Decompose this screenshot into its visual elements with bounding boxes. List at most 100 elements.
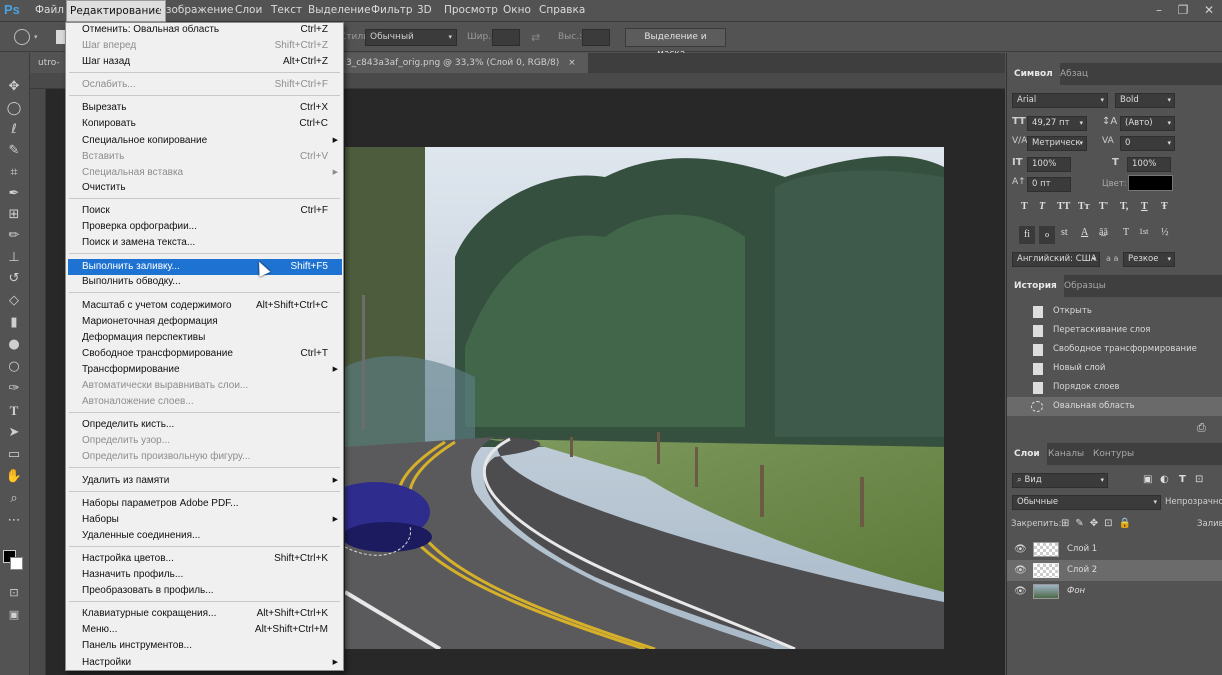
vertical-scale-input[interactable]: 100%	[1027, 157, 1071, 172]
zoom-tool-icon[interactable]: ⌕	[3, 489, 25, 509]
menu-item-stroke[interactable]: Выполнить обводку...	[67, 274, 342, 290]
fractions-button[interactable]: ½	[1161, 227, 1169, 238]
close-window-icon[interactable]: ✕	[1202, 3, 1216, 17]
titling-alternates-button[interactable]: T	[1123, 227, 1129, 238]
menu-item-purge[interactable]: Удалить из памяти ▶	[67, 473, 342, 489]
swap-icon[interactable]: ⇄	[531, 31, 540, 44]
tab-paths[interactable]: Контуры	[1086, 443, 1141, 465]
tab-character[interactable]: Символ	[1007, 63, 1060, 85]
eye-icon[interactable]: 👁	[1014, 539, 1027, 560]
tab-swatches[interactable]: Образцы	[1057, 275, 1113, 297]
horizontal-scale-input[interactable]: 100%	[1127, 157, 1171, 172]
ellipse-marquee-tool-icon[interactable]: ◯	[3, 99, 25, 119]
kerning-select[interactable]: Метрическ ▾	[1027, 136, 1087, 151]
document-tab-2[interactable]: 3_c843a3af_orig.png @ 33,3% (Слой 0, RGB…	[338, 53, 588, 73]
eyedropper-tool-icon[interactable]: ✒	[3, 184, 25, 204]
quick-mask-icon[interactable]: ⊡	[3, 583, 25, 603]
menu-item-paste[interactable]: Вставить Ctrl+V	[67, 149, 342, 165]
eye-icon[interactable]: 👁	[1014, 581, 1027, 602]
tab-paragraph[interactable]: Абзац	[1053, 63, 1095, 85]
move-tool-icon[interactable]: ✥	[3, 77, 25, 97]
menu-item-toolbar[interactable]: Панель инструментов...	[67, 638, 342, 654]
path-selection-tool-icon[interactable]: ➤	[3, 423, 25, 443]
font-family-select[interactable]: Arial ▾	[1012, 93, 1108, 108]
menu-item-adobe-pdf-presets[interactable]: Наборы параметров Adobe PDF...	[67, 496, 342, 512]
text-color-swatch[interactable]	[1128, 175, 1173, 191]
font-size-input[interactable]: 49,27 пт ▾	[1027, 116, 1087, 131]
document-photo[interactable]	[345, 147, 944, 649]
eraser-tool-icon[interactable]: ◇	[3, 291, 25, 311]
menu-item-auto-blend-layers[interactable]: Автоналожение слоев...	[67, 394, 342, 410]
menu-item-clear[interactable]: Очистить	[67, 180, 342, 196]
layer-row[interactable]: 👁 Фон	[1007, 581, 1222, 602]
all-caps-button[interactable]: TT	[1057, 201, 1070, 212]
tracking-select[interactable]: 0 ▾	[1120, 136, 1175, 151]
clone-stamp-tool-icon[interactable]: ⊥	[3, 248, 25, 268]
menu-item-puppet-warp[interactable]: Марионеточная деформация	[67, 314, 342, 330]
underline-button[interactable]: T	[1141, 201, 1148, 212]
filter-pixel-icon[interactable]: ▣	[1143, 474, 1152, 485]
menu-view[interactable]: Просмотр	[441, 0, 501, 22]
screen-mode-icon[interactable]: ▣	[3, 605, 25, 625]
menu-item-free-transform[interactable]: Свободное трансформирование Ctrl+T	[67, 346, 342, 362]
alternates-button[interactable]: ℴ	[1039, 226, 1055, 244]
history-item[interactable]: Открыть	[1007, 302, 1222, 321]
faux-italic-button[interactable]: T	[1039, 201, 1045, 212]
menu-item-transform[interactable]: Трансформирование ▶	[67, 362, 342, 378]
gradient-tool-icon[interactable]: ▮	[3, 313, 25, 333]
menu-item-assign-profile[interactable]: Назначить профиль...	[67, 567, 342, 583]
menu-item-cut[interactable]: Вырезать Ctrl+X	[67, 100, 342, 116]
ligatures-button[interactable]: fi	[1019, 226, 1035, 244]
menu-item-presets[interactable]: Наборы ▶	[67, 512, 342, 528]
menu-item-define-brush[interactable]: Определить кисть...	[67, 417, 342, 433]
menu-item-preferences[interactable]: Настройки ▶	[67, 655, 342, 671]
menu-item-spell-check[interactable]: Проверка орфографии...	[67, 219, 342, 235]
menu-item-define-custom-shape[interactable]: Определить произвольную фигуру...	[67, 449, 342, 465]
blend-mode-select[interactable]: Обычные ▾	[1012, 495, 1161, 510]
language-select[interactable]: Английский: США ▾	[1012, 252, 1100, 267]
superscript-button[interactable]: T'	[1099, 201, 1108, 212]
select-and-mask-button[interactable]: Выделение и маска...	[625, 28, 726, 59]
filter-type-icon[interactable]: T	[1179, 474, 1186, 485]
font-style-select[interactable]: Bold ▾	[1115, 93, 1175, 108]
background-color-swatch[interactable]	[10, 557, 23, 570]
menu-item-keyboard-shortcuts[interactable]: Клавиатурные сокращения... Alt+Shift+Ctrl…	[67, 606, 342, 622]
subscript-button[interactable]: T,	[1120, 201, 1128, 212]
menu-file[interactable]: Файл	[32, 0, 67, 22]
layer-filter-select[interactable]: ⌕ Вид ▾	[1012, 473, 1108, 488]
menu-item-perspective-warp[interactable]: Деформация перспективы	[67, 330, 342, 346]
tab-history[interactable]: История	[1007, 275, 1064, 297]
menu-layers[interactable]: Слои	[232, 0, 265, 22]
close-tab-icon[interactable]: ×	[568, 58, 576, 68]
menu-item-search[interactable]: Поиск Ctrl+F	[67, 203, 342, 219]
menu-type[interactable]: Текст	[268, 0, 305, 22]
history-item-selected[interactable]: Овальная область	[1007, 397, 1222, 416]
menu-item-paste-special[interactable]: Специальная вставка ▶	[67, 165, 342, 181]
menu-item-step-backward[interactable]: Шаг назад Alt+Ctrl+Z	[67, 54, 342, 70]
width-input[interactable]	[492, 29, 520, 46]
chevron-down-icon[interactable]: ▾	[34, 33, 38, 41]
new-snapshot-icon[interactable]: ⎙	[1197, 421, 1206, 435]
menu-item-remote-connections[interactable]: Удаленные соединения...	[67, 528, 342, 544]
filter-shape-icon[interactable]: ⊡	[1195, 474, 1203, 485]
history-item[interactable]: Перетаскивание слоя	[1007, 321, 1222, 340]
blur-tool-icon[interactable]: ●	[3, 335, 25, 355]
menu-edit[interactable]: Редактирование	[66, 0, 166, 22]
history-brush-tool-icon[interactable]: ↺	[3, 269, 25, 289]
minimize-icon[interactable]: –	[1152, 3, 1166, 17]
strikethrough-button[interactable]: Ŧ	[1161, 201, 1168, 212]
menu-item-fade[interactable]: Ослабить... Shift+Ctrl+F	[67, 77, 342, 93]
discretionary-ligatures-button[interactable]: st	[1061, 227, 1068, 238]
swash-button[interactable]: A	[1081, 227, 1088, 238]
small-caps-button[interactable]: Tт	[1078, 201, 1090, 212]
faux-bold-button[interactable]: T	[1021, 201, 1028, 212]
lasso-tool-icon[interactable]: ℓ	[3, 120, 25, 140]
menu-item-step-forward[interactable]: Шаг вперед Shift+Ctrl+Z	[67, 38, 342, 54]
menu-item-copy-special[interactable]: Специальное копирование ▶	[67, 133, 342, 149]
style-select[interactable]: Обычный ▾	[365, 29, 457, 46]
stylistic-alternates-button[interactable]: ā̲ā	[1099, 227, 1108, 238]
layer-row-selected[interactable]: 👁 Слой 2	[1007, 560, 1222, 581]
antialias-select[interactable]: Резкое ▾	[1123, 252, 1175, 267]
menu-select[interactable]: Выделение	[305, 0, 374, 22]
baseline-shift-input[interactable]: 0 пт	[1027, 177, 1071, 192]
